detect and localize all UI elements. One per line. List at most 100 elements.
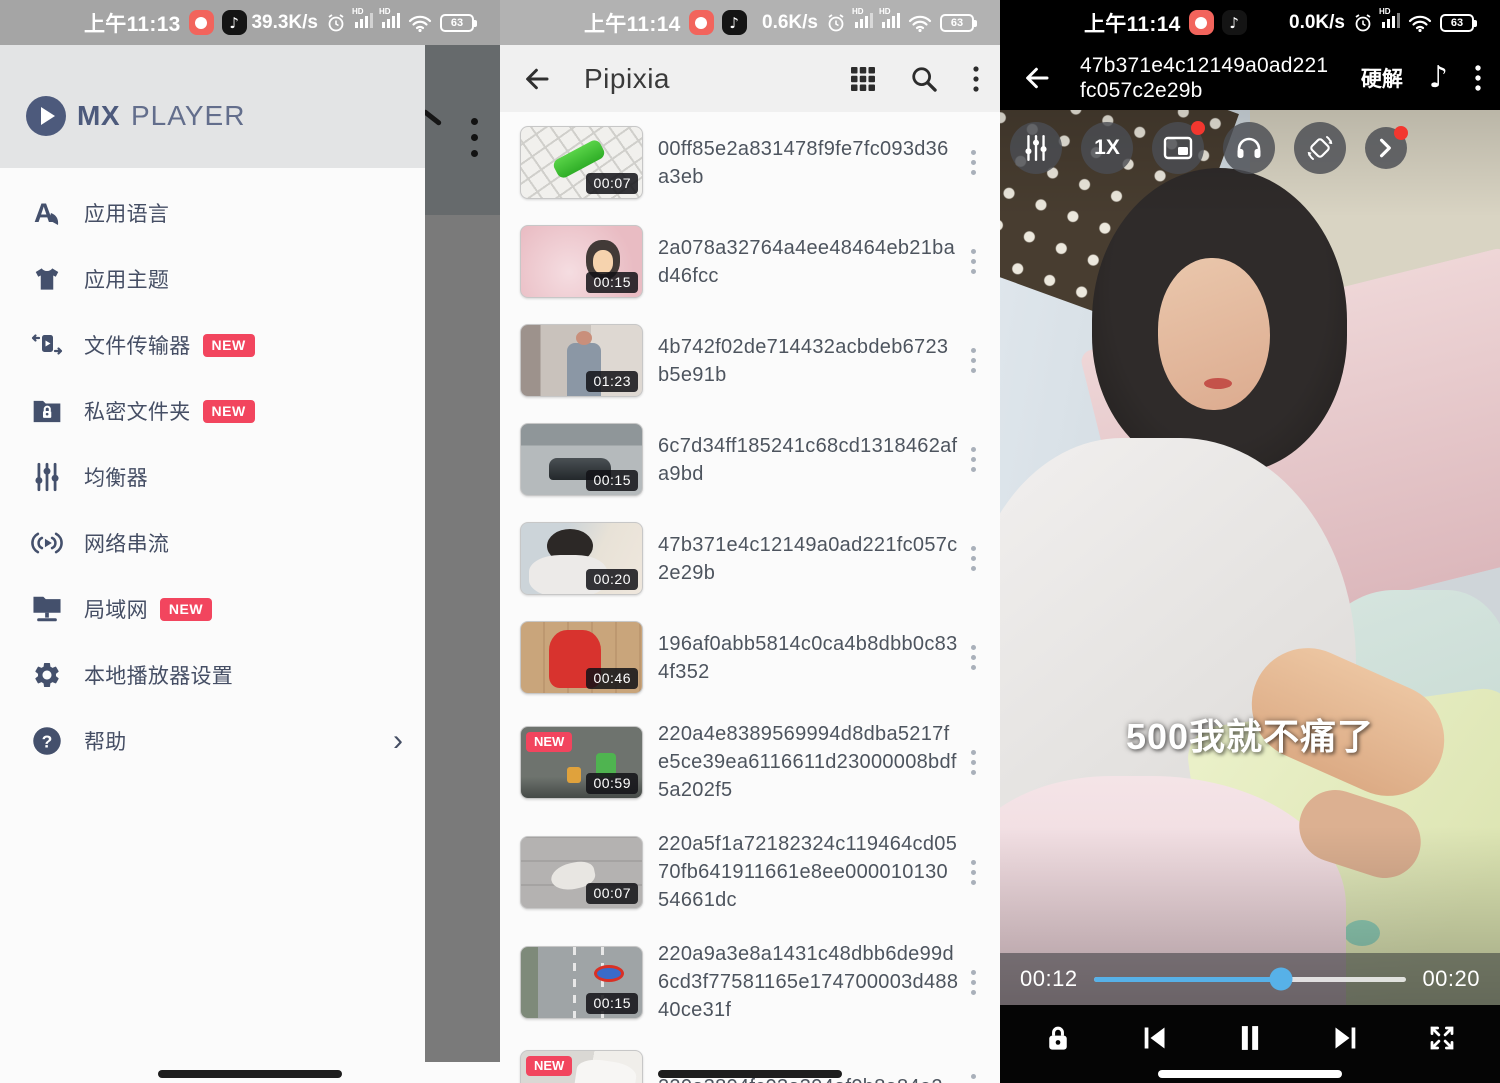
video-row[interactable]: 00:15 6c7d34ff185241c68cd1318462afa9bd <box>520 423 982 496</box>
seek-bar[interactable] <box>1094 977 1407 982</box>
tiktok-icon: ♪ <box>222 10 247 35</box>
back-button[interactable] <box>1022 63 1052 93</box>
video-row[interactable]: 00:07 00ff85e2a831478f9fe7fc093d36a3eb <box>520 126 982 199</box>
menu-item-label: 应用语言 <box>84 198 169 228</box>
video-thumbnail: 00:15 <box>520 423 643 496</box>
tiktok-icon: ♪ <box>722 10 747 35</box>
more-menu-button[interactable] <box>972 65 980 93</box>
video-thumbnail: 00:46 <box>520 621 643 694</box>
home-indicator[interactable] <box>1158 1070 1342 1078</box>
menu-item-app-theme[interactable]: 应用主题 <box>0 246 425 312</box>
video-row[interactable]: 01:23 4b742f02de714432acbdeb6723b5e91b <box>520 324 982 397</box>
tshirt-icon <box>28 260 66 298</box>
panel-video-player: 上午11:14 ♪ 0.0K/s HD 63 47b371e4c12149a0a… <box>1000 0 1500 1083</box>
more-icon-fragment <box>471 118 478 157</box>
video-name: 220a9a3e8a1431c48dbb6de99d6cd3f77581165e… <box>658 940 959 1024</box>
navigation-drawer: MXPLAYER A 应用语言 应用主题 <box>0 45 425 1083</box>
speed-label: 1X <box>1094 136 1120 160</box>
lock-button[interactable] <box>1032 1015 1084 1061</box>
video-thumbnail: 00:15 <box>520 946 643 1019</box>
panel-drawer: 上午11:13 ♪ 39.3K/s HD HD 63 <box>0 0 500 1083</box>
video-name: 6c7d34ff185241c68cd1318462afa9bd <box>658 432 959 488</box>
menu-item-lan[interactable]: 局域网 NEW <box>0 576 425 642</box>
menu-item-label: 均衡器 <box>84 462 148 492</box>
gear-icon <box>28 656 66 694</box>
video-thumbnail: 01:23 <box>520 324 643 397</box>
progress-fill <box>1094 977 1282 982</box>
new-badge: NEW <box>203 400 255 423</box>
item-more-button[interactable] <box>965 744 982 781</box>
audio-output-button[interactable] <box>1223 122 1275 174</box>
video-thumbnail: NEW <box>520 1050 643 1083</box>
video-surface[interactable]: 1X 500我就不痛了 00:12 <box>1000 110 1500 1005</box>
item-more-button[interactable] <box>965 1068 982 1083</box>
player-quick-controls: 1X <box>1000 122 1500 174</box>
drawer-scrim[interactable] <box>425 45 500 1062</box>
video-row[interactable]: 00:15 2a078a32764a4ee48464eb21bad46fcc <box>520 225 982 298</box>
home-indicator[interactable] <box>158 1070 342 1078</box>
pause-button[interactable] <box>1224 1015 1276 1061</box>
playback-speed-button[interactable]: 1X <box>1081 122 1133 174</box>
subtitle-text: 500我就不痛了 <box>1000 708 1500 760</box>
video-row[interactable]: 00:20 47b371e4c12149a0ad221fc057c2e29b <box>520 522 982 595</box>
item-more-button[interactable] <box>965 144 982 181</box>
menu-item-file-transfer[interactable]: 文件传输器 NEW <box>0 312 425 378</box>
menu-item-private-folder[interactable]: 私密文件夹 NEW <box>0 378 425 444</box>
expand-controls-button[interactable] <box>1365 127 1407 169</box>
net-speed: 0.6K/s <box>762 12 818 34</box>
previous-button[interactable] <box>1128 1015 1180 1061</box>
item-more-button[interactable] <box>965 243 982 280</box>
video-row[interactable]: 00:15 220a9a3e8a1431c48dbb6de99d6cd3f775… <box>520 940 982 1024</box>
pip-button[interactable] <box>1152 122 1204 174</box>
video-title: 47b371e4c12149a0ad221 fc057c2e29b <box>1080 53 1328 103</box>
net-speed: 0.0K/s <box>1289 12 1345 34</box>
item-more-button[interactable] <box>965 854 982 891</box>
fullscreen-button[interactable] <box>1416 1015 1468 1061</box>
signal-icon: HD <box>854 11 873 34</box>
rotate-screen-button[interactable] <box>1294 122 1346 174</box>
item-more-button[interactable] <box>965 639 982 676</box>
video-row[interactable]: 00:46 196af0abb5814c0ca4b8dbb0c834f352 <box>520 621 982 694</box>
video-name: 2a078a32764a4ee48464eb21bad46fcc <box>658 234 959 290</box>
grid-view-button[interactable] <box>850 66 876 92</box>
alarm-icon <box>326 13 346 33</box>
item-more-button[interactable] <box>965 441 982 478</box>
list-header: Pipixia <box>500 45 1000 112</box>
search-button[interactable] <box>910 65 938 93</box>
item-more-button[interactable] <box>965 964 982 1001</box>
dimmed-toolbar <box>425 45 500 215</box>
status-time: 上午11:14 <box>1084 8 1181 38</box>
back-button[interactable] <box>522 64 552 94</box>
video-thumbnail: 00:07 <box>520 126 643 199</box>
duration-badge: 00:46 <box>586 668 638 689</box>
equalizer-button[interactable] <box>1010 122 1062 174</box>
wifi-icon <box>408 14 432 32</box>
battery-icon: 63 <box>1440 14 1474 32</box>
more-menu-button[interactable] <box>1474 63 1482 93</box>
video-row[interactable]: 00:07 220a5f1a72182324c119464cd0570fb641… <box>520 830 982 914</box>
home-indicator[interactable] <box>658 1070 842 1078</box>
item-more-button[interactable] <box>965 540 982 577</box>
status-bar: 上午11:14 ♪ 0.6K/s HD HD 63 <box>500 0 1000 45</box>
wifi-icon <box>1408 14 1432 32</box>
decode-mode-button[interactable]: 硬解 <box>1361 63 1403 93</box>
video-art <box>1000 110 1500 1005</box>
duration-badge: 00:07 <box>586 173 638 194</box>
next-button[interactable] <box>1320 1015 1372 1061</box>
menu-item-equalizer[interactable]: 均衡器 <box>0 444 425 510</box>
duration-badge: 01:23 <box>586 371 638 392</box>
menu-item-network-stream[interactable]: 网络串流 <box>0 510 425 576</box>
video-row[interactable]: NEW 220a3804fc03a394af0b8a84e2 <box>520 1050 982 1083</box>
stitched-screenshot: 上午11:13 ♪ 39.3K/s HD HD 63 <box>0 0 1500 1083</box>
logo-text-player: PLAYER <box>131 100 245 132</box>
menu-item-help[interactable]: ? 帮助 › <box>0 708 425 774</box>
audio-track-button[interactable]: ♪ <box>1429 63 1448 93</box>
seek-thumb[interactable] <box>1270 968 1293 991</box>
panel-file-list: 上午11:14 ♪ 0.6K/s HD HD 63 Pipixia <box>500 0 1000 1083</box>
menu-item-app-language[interactable]: A 应用语言 <box>0 180 425 246</box>
video-name: 220a5f1a72182324c119464cd0570fb641911661… <box>658 830 959 914</box>
video-row[interactable]: NEW 00:59 220a4e8389569994d8dba5217fe5ce… <box>520 720 982 804</box>
menu-item-local-player-settings[interactable]: 本地播放器设置 <box>0 642 425 708</box>
private-folder-icon <box>28 392 66 430</box>
item-more-button[interactable] <box>965 342 982 379</box>
